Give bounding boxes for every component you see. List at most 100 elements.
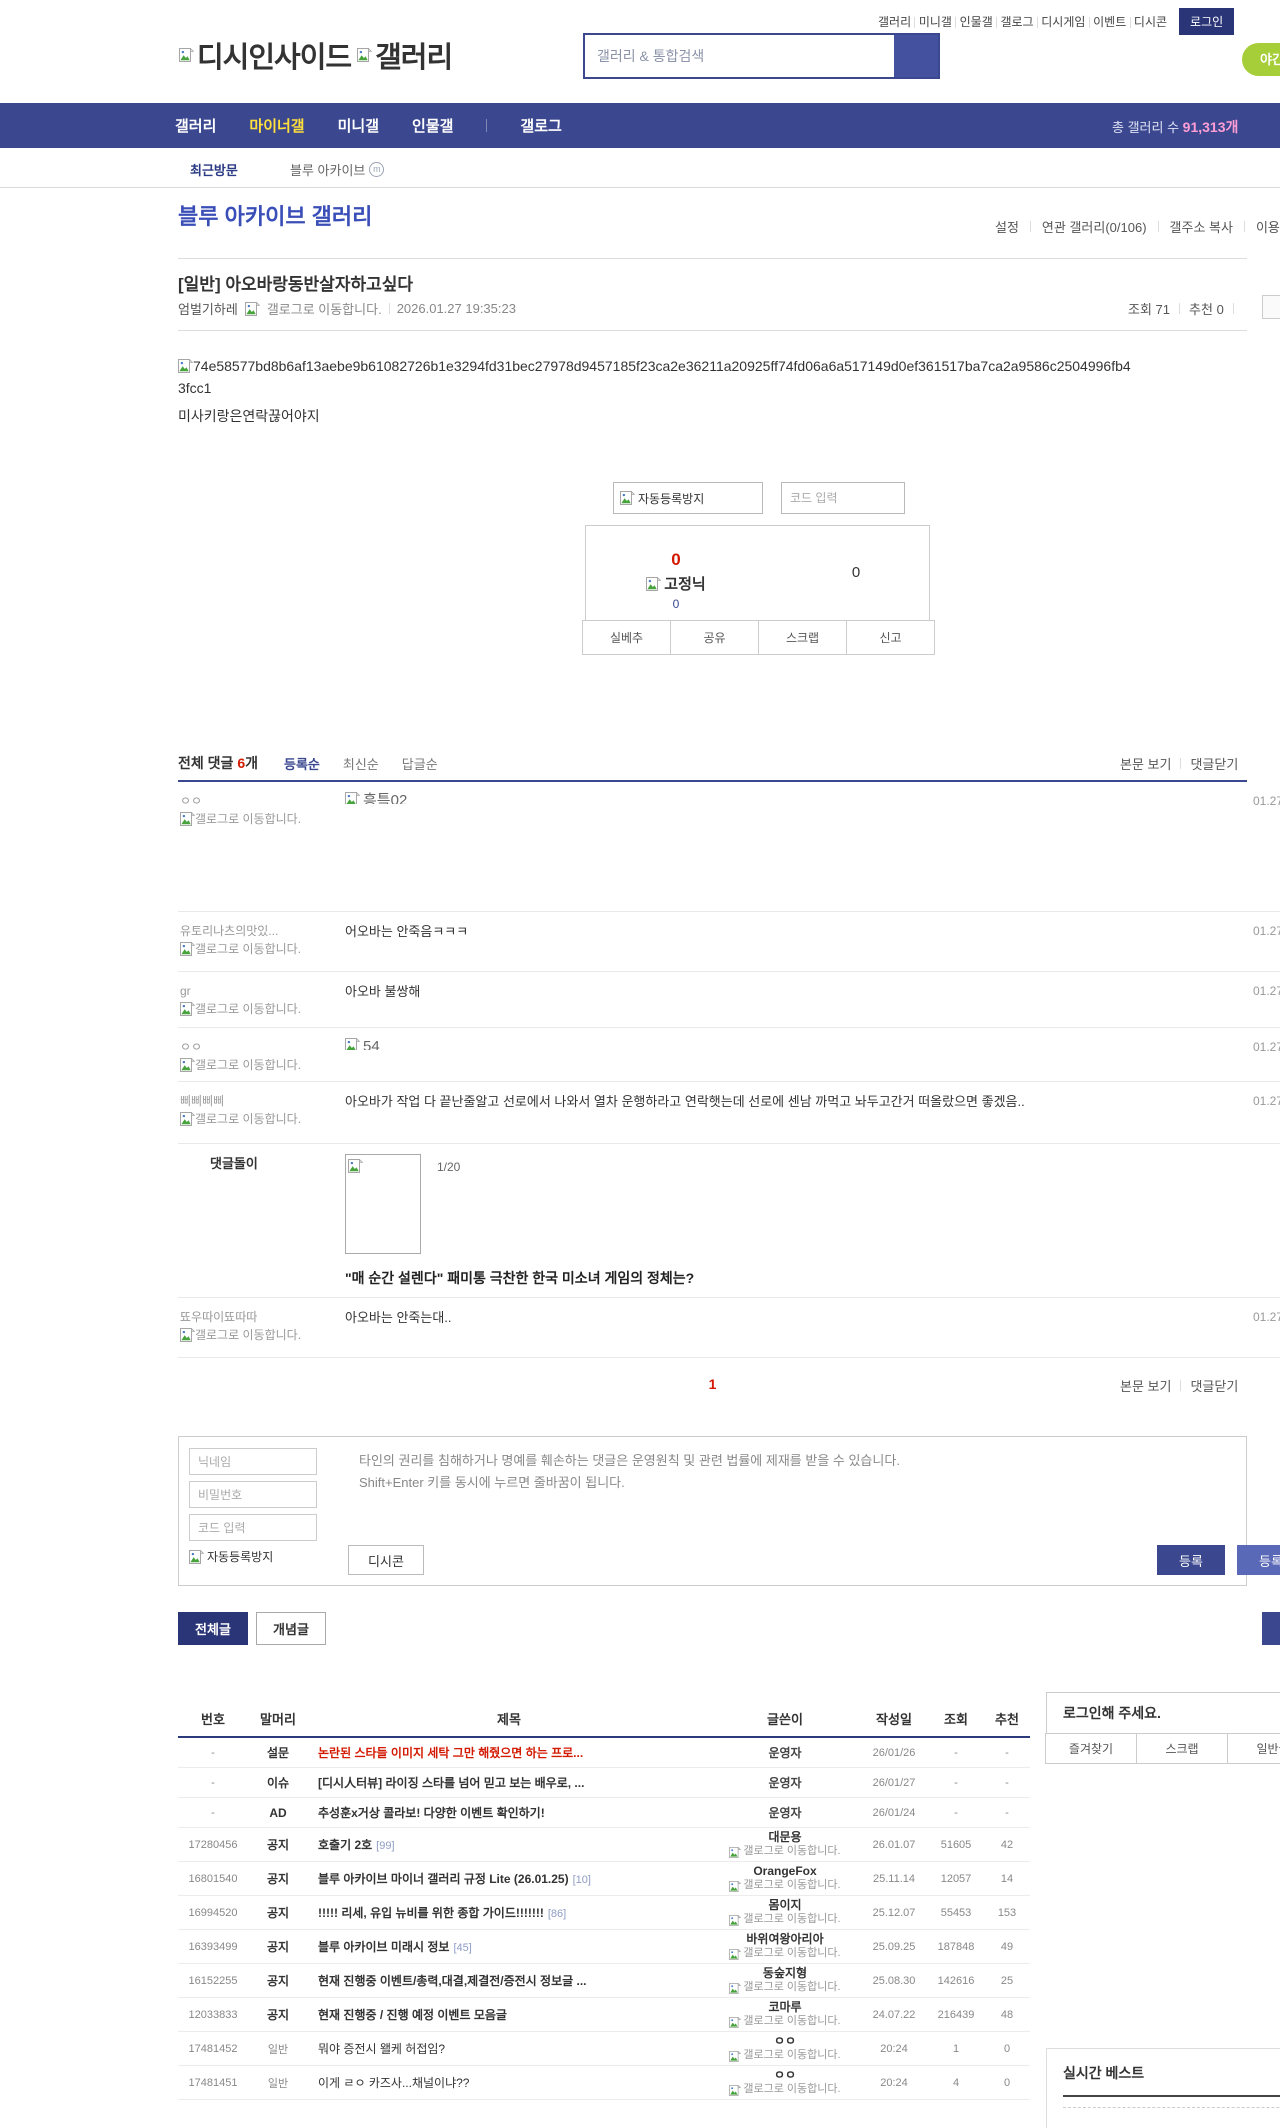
gallog-link[interactable]: 갤로그로 이동합니다. bbox=[710, 1845, 860, 1859]
gallog-link[interactable]: 갤로그로 이동합니다. bbox=[180, 940, 328, 958]
search-input[interactable] bbox=[585, 35, 894, 77]
gallery-title[interactable]: 블루 아카이브 갤러리 bbox=[178, 199, 372, 231]
post-action-button[interactable]: 스크랩 bbox=[758, 620, 847, 655]
password-input[interactable] bbox=[189, 1481, 317, 1508]
post-title-link[interactable]: 블루 아카이브 미래시 정보 bbox=[318, 1940, 449, 1954]
comment-submit-button[interactable]: 등록 bbox=[1157, 1545, 1225, 1575]
comment-sort-2[interactable]: 답글순 bbox=[402, 754, 438, 773]
site-logo[interactable]: 디시인사이드 갤러리 bbox=[173, 34, 453, 76]
gallog-link[interactable]: 갤로그로 이동합니다. bbox=[710, 2015, 860, 2029]
captcha-input[interactable] bbox=[781, 482, 905, 514]
upvote-count[interactable]: 0 bbox=[606, 550, 746, 570]
gallog-link[interactable]: 갤로그로 이동합니다. bbox=[180, 1110, 328, 1128]
gallog-link[interactable]: 갤로그로 이동합니다. bbox=[267, 299, 382, 318]
comment-textarea-hint[interactable]: 타인의 권리를 침해하거나 명예를 훼손하는 댓글은 운영원칙 및 관련 법률에… bbox=[359, 1450, 900, 1494]
comment-code-input[interactable] bbox=[189, 1514, 317, 1541]
post-title-link[interactable]: 현재 진행중 / 진행 예정 이벤트 모음글 bbox=[318, 2008, 507, 2022]
recent-visit-label[interactable]: 최근방문 bbox=[190, 160, 238, 179]
post-title-link[interactable]: 뭐야 증전시 왤케 허접임? bbox=[318, 2042, 445, 2056]
post-action-button[interactable]: 신고 bbox=[846, 620, 935, 655]
post-category[interactable]: 설문 bbox=[248, 1744, 308, 1761]
sidebar-tab[interactable]: 스크랩 bbox=[1136, 1733, 1228, 1764]
post-category[interactable]: 공지 bbox=[248, 1938, 308, 1955]
gallog-link[interactable]: 갤로그로 이동합니다. bbox=[710, 1913, 860, 1927]
topbar-link[interactable]: 갤로그 bbox=[1000, 15, 1033, 29]
gallog-link[interactable]: 갤로그로 이동합니다. bbox=[180, 810, 328, 828]
ad-image[interactable] bbox=[345, 1154, 421, 1254]
gallery-menu-link[interactable]: 갤주소 복사 bbox=[1170, 217, 1233, 236]
post-title-link[interactable]: 논란된 스타들 이미지 세탁 그만 해줬으면 하는 프로... bbox=[318, 1746, 583, 1760]
comment-shortcut-icon[interactable] bbox=[1262, 295, 1280, 319]
tab-best-posts[interactable]: 개념글 bbox=[256, 1612, 326, 1645]
topbar-link[interactable]: 인물갤 bbox=[960, 15, 993, 29]
post-category[interactable]: AD bbox=[248, 1806, 308, 1820]
topbar-link[interactable]: 디시콘 bbox=[1134, 15, 1167, 29]
comment-submit-button-cut[interactable]: 등록 bbox=[1237, 1545, 1280, 1575]
downvote-count[interactable]: 0 bbox=[816, 564, 896, 581]
post-category[interactable]: 일반 bbox=[248, 2075, 308, 2091]
tab-all-posts[interactable]: 전체글 bbox=[178, 1612, 248, 1645]
sidebar-tab[interactable]: 일반글 bbox=[1227, 1733, 1280, 1764]
post-author-cell[interactable]: OrangeFox 갤로그로 이동합니다. bbox=[710, 1864, 860, 1893]
post-author-cell[interactable]: 몸이지 갤로그로 이동합니다. bbox=[710, 1898, 860, 1927]
nav-item-1[interactable]: 마이너갤 bbox=[249, 115, 304, 136]
post-author[interactable]: 엄벌기하레 bbox=[178, 299, 238, 318]
post-author-cell[interactable]: ㅇㅇ 갤로그로 이동합니다. bbox=[710, 2034, 860, 2063]
post-author-cell[interactable]: 대문용 갤로그로 이동합니다. bbox=[710, 1830, 860, 1859]
post-author-cell[interactable]: ㅇㅇ 갤로그로 이동합니다. bbox=[710, 2068, 860, 2097]
nickname-input[interactable] bbox=[189, 1448, 317, 1475]
nav-item-3[interactable]: 인물갤 bbox=[412, 115, 453, 136]
comment-pagination[interactable]: 1 bbox=[178, 1376, 1247, 1392]
post-category[interactable]: 공지 bbox=[248, 2006, 308, 2023]
post-title-link[interactable]: [디시人터뷰] 라이징 스타를 넘어 믿고 보는 배우로, ... bbox=[318, 1776, 584, 1790]
post-title-link[interactable]: 이게 ㄹㅇ 카즈사...채널이냐?? bbox=[318, 2076, 469, 2090]
nav-item-2[interactable]: 미니갤 bbox=[338, 115, 379, 136]
gallog-link[interactable]: 갤로그로 이동합니다. bbox=[180, 1056, 328, 1074]
comment-sort-0[interactable]: 등록순 bbox=[284, 754, 320, 773]
gallery-menu-link[interactable]: 설정 bbox=[995, 217, 1019, 236]
post-title-link[interactable]: !!!!! 리세, 유입 뉴비를 위한 종합 가이드!!!!!!! bbox=[318, 1906, 544, 1920]
topbar-link[interactable]: 이벤트 bbox=[1093, 15, 1126, 29]
nav-item-0[interactable]: 갤러리 bbox=[175, 115, 216, 136]
gallog-link[interactable]: 갤로그로 이동합니다. bbox=[180, 1000, 328, 1018]
post-title-link[interactable]: 추성훈x거상 콜라보! 다양한 이벤트 확인하기! bbox=[318, 1806, 545, 1820]
topbar-link[interactable]: 갤러리 bbox=[878, 15, 911, 29]
post-category[interactable]: 공지 bbox=[248, 1836, 308, 1853]
post-author-cell[interactable]: 동숲지형 갤로그로 이동합니다. bbox=[710, 1966, 860, 1995]
gallog-link[interactable]: 갤로그로 이동합니다. bbox=[180, 1326, 328, 1344]
post-category[interactable]: 일반 bbox=[248, 2041, 308, 2057]
post-category[interactable]: 공지 bbox=[248, 1870, 308, 1887]
post-category[interactable]: 이슈 bbox=[248, 1774, 308, 1791]
gallog-link[interactable]: 갤로그로 이동합니다. bbox=[710, 1947, 860, 1961]
ad-caption[interactable]: "매 순간 설렌다" 패미통 극찬한 한국 미소녀 게임의 정체는? bbox=[345, 1268, 1235, 1289]
search-button[interactable] bbox=[894, 35, 938, 77]
nav-item-4[interactable]: 갤로그 bbox=[520, 115, 561, 136]
post-author-cell[interactable]: 바위여왕아리아 갤로그로 이동합니다. bbox=[710, 1932, 860, 1961]
view-post-link[interactable]: 본문 보기 bbox=[1120, 754, 1171, 773]
post-title-link[interactable]: 현재 진행중 이벤트/총력,대결,제결전/증전시 정보글 ... bbox=[318, 1974, 587, 1988]
post-title-link[interactable]: 블루 아카이브 마이너 갤러리 규정 Lite (26.01.25) bbox=[318, 1872, 569, 1886]
dccon-button[interactable]: 디시콘 bbox=[348, 1545, 424, 1575]
post-category[interactable]: 공지 bbox=[248, 1972, 308, 1989]
gallog-link[interactable]: 갤로그로 이동합니다. bbox=[710, 1981, 860, 1995]
view-post-link[interactable]: 본문 보기 bbox=[1120, 1376, 1171, 1395]
breadcrumb-current[interactable]: 블루 아카이브 m bbox=[290, 160, 385, 179]
close-comments-link[interactable]: 댓글닫기 bbox=[1190, 754, 1238, 773]
gallog-link[interactable]: 갤로그로 이동합니다. bbox=[710, 2049, 860, 2063]
comment-sort-1[interactable]: 최신순 bbox=[343, 754, 379, 773]
gallog-link[interactable]: 갤로그로 이동합니다. bbox=[710, 1879, 860, 1893]
post-category[interactable]: 공지 bbox=[248, 1904, 308, 1921]
post-author-cell[interactable]: 코마루 갤로그로 이동합니다. bbox=[710, 2000, 860, 2029]
gallery-menu-link[interactable]: 연관 갤러리(0/106) bbox=[1042, 217, 1147, 236]
post-title-link[interactable]: 호출기 2호 bbox=[318, 1838, 372, 1852]
topbar-link[interactable]: 디시게임 bbox=[1041, 15, 1085, 29]
login-button[interactable]: 로그인 bbox=[1179, 8, 1235, 35]
close-comments-link[interactable]: 댓글닫기 bbox=[1190, 1376, 1238, 1395]
write-button-cut[interactable] bbox=[1262, 1612, 1280, 1645]
gallery-menu-link[interactable]: 이용안내 bbox=[1256, 217, 1280, 236]
night-mode-button[interactable]: 야간 모드 bbox=[1242, 43, 1280, 76]
post-action-button[interactable]: 공유 bbox=[670, 620, 759, 655]
topbar-link[interactable]: 미니갤 bbox=[919, 15, 952, 29]
post-action-button[interactable]: 실베추 bbox=[582, 620, 671, 655]
sidebar-tab[interactable]: 즐겨찾기 bbox=[1045, 1733, 1137, 1764]
